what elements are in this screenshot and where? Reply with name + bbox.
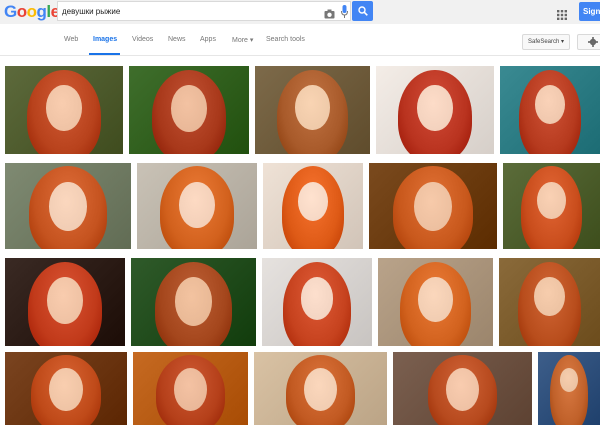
image-result-thumbnail[interactable]	[500, 66, 600, 154]
image-result-thumbnail[interactable]	[5, 352, 127, 425]
image-result-thumbnail[interactable]	[5, 163, 131, 249]
image-result-thumbnail[interactable]	[5, 258, 125, 346]
image-result-thumbnail[interactable]	[5, 66, 123, 154]
image-result-thumbnail[interactable]	[131, 258, 256, 346]
face-shape	[295, 85, 330, 130]
face-shape	[534, 277, 565, 317]
face-shape	[171, 85, 207, 132]
image-result-thumbnail[interactable]	[378, 258, 493, 346]
image-result-thumbnail[interactable]	[263, 163, 363, 249]
face-shape	[300, 277, 334, 320]
face-shape	[417, 85, 453, 131]
image-result-thumbnail[interactable]	[255, 66, 370, 154]
face-shape	[537, 181, 566, 220]
image-result-thumbnail[interactable]	[262, 258, 372, 346]
face-shape	[559, 368, 579, 393]
face-shape	[535, 85, 565, 125]
image-result-thumbnail[interactable]	[393, 352, 532, 425]
face-shape	[49, 368, 83, 412]
image-result-thumbnail[interactable]	[503, 163, 600, 249]
image-result-thumbnail[interactable]	[137, 163, 257, 249]
face-shape	[49, 181, 87, 231]
face-shape	[47, 277, 83, 324]
face-shape	[418, 277, 453, 322]
face-shape	[298, 181, 328, 221]
face-shape	[413, 181, 453, 232]
image-result-thumbnail[interactable]	[538, 352, 600, 425]
image-result-thumbnail[interactable]	[129, 66, 249, 154]
image-result-thumbnail[interactable]	[133, 352, 248, 425]
face-shape	[179, 181, 215, 229]
face-shape	[46, 85, 82, 131]
image-result-thumbnail[interactable]	[254, 352, 387, 425]
image-result-thumbnail[interactable]	[376, 66, 494, 154]
image-result-thumbnail[interactable]	[369, 163, 497, 249]
face-shape	[174, 277, 213, 326]
image-result-thumbnail[interactable]	[499, 258, 600, 346]
image-results-grid	[0, 0, 600, 425]
